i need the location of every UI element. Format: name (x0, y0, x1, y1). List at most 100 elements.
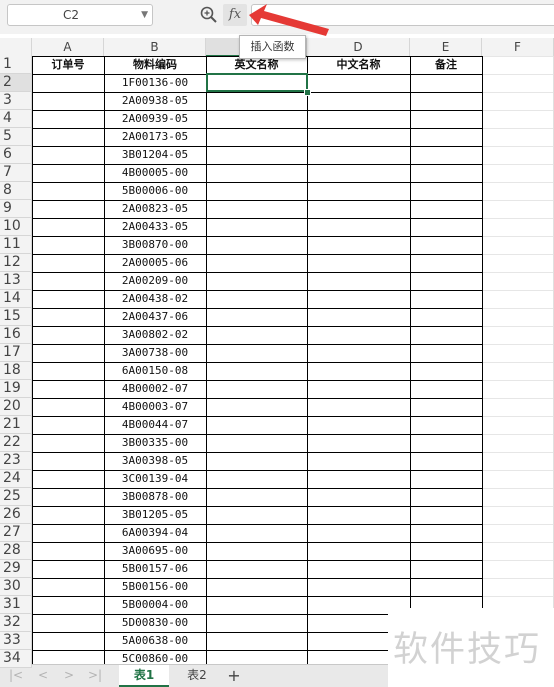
row-header[interactable]: 20 (0, 398, 32, 416)
row-header[interactable]: 7 (0, 164, 32, 182)
material-code-cell[interactable]: 2A00438-02 (104, 290, 206, 308)
table-border (32, 164, 482, 165)
material-code-cell[interactable]: 3C00139-04 (104, 470, 206, 488)
last-sheet-nav-icon[interactable]: >| (88, 668, 102, 682)
name-box[interactable]: C2 ▼ (7, 4, 153, 26)
table-header-cell[interactable]: 中文名称 (307, 56, 410, 74)
gridline (482, 290, 554, 291)
material-code-cell[interactable]: 3A00738-00 (104, 344, 206, 362)
material-code-cell[interactable]: 6A00394-04 (104, 524, 206, 542)
row-header[interactable]: 26 (0, 506, 32, 524)
row-header[interactable]: 25 (0, 488, 32, 506)
row-header[interactable]: 15 (0, 308, 32, 326)
sheet-tab-bar: |< < > >| 表1 表2 + (0, 664, 388, 687)
first-sheet-nav-icon[interactable]: |< (9, 668, 23, 682)
select-all-corner[interactable] (0, 38, 32, 57)
material-code-cell[interactable]: 2A00437-06 (104, 308, 206, 326)
sheet-tab-2[interactable]: 表2 (172, 665, 222, 687)
material-code-cell[interactable]: 5B00006-00 (104, 182, 206, 200)
row-header[interactable]: 14 (0, 290, 32, 308)
row-header[interactable]: 10 (0, 218, 32, 236)
row-header[interactable]: 6 (0, 146, 32, 164)
magnifier-zoom-icon[interactable] (199, 5, 219, 25)
insert-function-button[interactable]: fx (223, 4, 247, 26)
chevron-down-icon[interactable]: ▼ (141, 10, 148, 20)
active-cell-selection[interactable] (206, 73, 308, 92)
material-code-cell[interactable]: 5B00004-00 (104, 596, 206, 614)
row-header[interactable]: 17 (0, 344, 32, 362)
row-header[interactable]: 34 (0, 650, 32, 668)
gridline (482, 146, 554, 147)
gridline (482, 560, 554, 561)
add-sheet-button[interactable]: + (225, 665, 243, 687)
row-header[interactable]: 11 (0, 236, 32, 254)
table-header-cell[interactable]: 订单号 (32, 56, 104, 74)
material-code-cell[interactable]: 4B00002-07 (104, 380, 206, 398)
row-header[interactable]: 33 (0, 632, 32, 650)
sheet-tab-1[interactable]: 表1 (119, 665, 169, 687)
material-code-cell[interactable]: 3B01204-05 (104, 146, 206, 164)
row-header[interactable]: 29 (0, 560, 32, 578)
material-code-cell[interactable]: 4B00005-00 (104, 164, 206, 182)
material-code-cell[interactable]: 5B00157-06 (104, 560, 206, 578)
material-code-cell[interactable]: 5D00830-00 (104, 614, 206, 632)
column-header-b[interactable]: B (104, 38, 206, 57)
material-code-cell[interactable]: 2A00938-05 (104, 92, 206, 110)
row-header[interactable]: 1 (0, 56, 32, 74)
row-header[interactable]: 4 (0, 110, 32, 128)
table-header-cell[interactable]: 备注 (410, 56, 482, 74)
row-header[interactable]: 3 (0, 92, 32, 110)
gridline (482, 596, 554, 597)
row-header[interactable]: 19 (0, 380, 32, 398)
row-header[interactable]: 22 (0, 434, 32, 452)
column-header-f[interactable]: F (482, 38, 554, 57)
row-header[interactable]: 30 (0, 578, 32, 596)
gridline (482, 416, 554, 417)
material-code-cell[interactable]: 2A00823-05 (104, 200, 206, 218)
material-code-cell[interactable]: 3B01205-05 (104, 506, 206, 524)
column-header-e[interactable]: E (410, 38, 482, 57)
gridline (482, 578, 554, 579)
prev-sheet-nav-icon[interactable]: < (38, 668, 48, 682)
material-code-cell[interactable]: 3B00878-00 (104, 488, 206, 506)
material-code-cell[interactable]: 3A00398-05 (104, 452, 206, 470)
row-header[interactable]: 28 (0, 542, 32, 560)
material-code-cell[interactable]: 2A00173-05 (104, 128, 206, 146)
material-code-cell[interactable]: 4B00003-07 (104, 398, 206, 416)
row-header[interactable]: 13 (0, 272, 32, 290)
material-code-cell[interactable]: 2A00209-00 (104, 272, 206, 290)
material-code-cell[interactable]: 5B00156-00 (104, 578, 206, 596)
row-header[interactable]: 12 (0, 254, 32, 272)
material-code-cell[interactable]: 1F00136-00 (104, 74, 206, 92)
material-code-cell[interactable]: 2A00433-05 (104, 218, 206, 236)
material-code-cell[interactable]: 2A00939-05 (104, 110, 206, 128)
material-code-cell[interactable]: 2A00005-06 (104, 254, 206, 272)
material-code-cell[interactable]: 4B00044-07 (104, 416, 206, 434)
column-header-d[interactable]: D (307, 38, 410, 57)
material-code-cell[interactable]: 3B00870-00 (104, 236, 206, 254)
row-header[interactable]: 18 (0, 362, 32, 380)
row-header[interactable]: 5 (0, 128, 32, 146)
row-header[interactable]: 32 (0, 614, 32, 632)
row-header[interactable]: 24 (0, 470, 32, 488)
row-header[interactable]: 2 (0, 74, 32, 92)
row-header[interactable]: 27 (0, 524, 32, 542)
column-header-a[interactable]: A (32, 38, 104, 57)
row-header[interactable]: 9 (0, 200, 32, 218)
material-code-cell[interactable]: 5A00638-00 (104, 632, 206, 650)
row-header[interactable]: 8 (0, 182, 32, 200)
row-header[interactable]: 16 (0, 326, 32, 344)
material-code-cell[interactable]: 3B00335-00 (104, 434, 206, 452)
fill-handle[interactable] (304, 89, 311, 96)
material-code-cell[interactable]: 3A00802-02 (104, 326, 206, 344)
material-code-cell[interactable]: 3A00695-00 (104, 542, 206, 560)
gridline (482, 236, 554, 237)
row-header[interactable]: 23 (0, 452, 32, 470)
table-header-cell[interactable]: 物料编码 (104, 56, 206, 74)
table-border (32, 398, 482, 399)
row-header[interactable]: 21 (0, 416, 32, 434)
material-code-cell[interactable]: 6A00150-08 (104, 362, 206, 380)
table-border (32, 326, 482, 327)
row-header[interactable]: 31 (0, 596, 32, 614)
next-sheet-nav-icon[interactable]: > (64, 668, 74, 682)
